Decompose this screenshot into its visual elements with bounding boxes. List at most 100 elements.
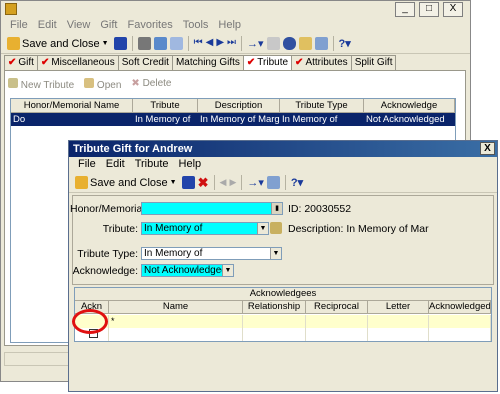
column-header[interactable]: Acknowledged...	[429, 301, 491, 313]
column-header[interactable]: Honor/Memorial Name	[11, 99, 133, 112]
save-and-close-button[interactable]: Save and Close ▼	[5, 35, 111, 52]
table-cell: In Memory of Marg...	[200, 114, 280, 125]
chevron-down-icon[interactable]: ▼	[222, 265, 233, 276]
column-header[interactable]: Tribute	[133, 99, 198, 112]
new-tribute-button[interactable]: New Tribute	[8, 78, 74, 91]
column-header[interactable]: Letter	[368, 301, 429, 313]
honor-memorial-field[interactable]: ▮	[141, 202, 283, 215]
save-and-close-button[interactable]: Save and Close ▼	[73, 174, 179, 191]
list-item[interactable]	[75, 328, 491, 341]
column-header[interactable]: Relationship	[243, 301, 306, 313]
properties-icon[interactable]	[266, 176, 280, 189]
table-cell[interactable]	[306, 315, 368, 328]
menu-gift[interactable]: Gift	[95, 18, 122, 34]
table-cell: Do	[13, 114, 26, 125]
tribute-select[interactable]: In Memory of ▼	[141, 222, 269, 235]
menu-tools[interactable]: Tools	[178, 18, 214, 34]
table-cell[interactable]	[243, 315, 306, 328]
tab-tribute[interactable]: ✔ Tribute	[242, 55, 293, 71]
column-header[interactable]: Tribute Type	[280, 99, 364, 112]
annotation-circle	[72, 309, 108, 334]
tribute-type-select[interactable]: In Memory of ▼	[141, 247, 282, 260]
delete-button[interactable]: ✖ Delete	[131, 78, 171, 91]
table-cell[interactable]	[109, 328, 243, 341]
delete-icon: ✖	[131, 78, 140, 89]
save-close-icon	[75, 176, 88, 189]
tab-matching-gifts[interactable]: Matching Gifts	[171, 55, 244, 70]
tab-miscellaneous[interactable]: ✔ Miscellaneous	[36, 55, 119, 70]
tab-gift[interactable]: ✔ Gift	[4, 55, 38, 70]
chevron-down-icon[interactable]: ▼	[170, 179, 177, 186]
table-cell[interactable]	[368, 328, 429, 341]
menu-file[interactable]: File	[73, 157, 101, 173]
menu-tribute[interactable]: Tribute	[130, 157, 174, 173]
dialog-close-button[interactable]: X	[480, 142, 495, 155]
folder-icon[interactable]	[298, 37, 312, 50]
delete-icon[interactable]: ✖	[198, 175, 209, 191]
acknowledge-label: Acknowledge:	[72, 265, 138, 277]
link-icon[interactable]	[282, 37, 296, 50]
properties-icon[interactable]	[314, 37, 328, 50]
tribute-lookup-icon[interactable]	[270, 222, 282, 234]
goto-icon[interactable]: →▾	[247, 37, 264, 50]
dialog-titlebar[interactable]: Tribute Gift for Andrew X	[69, 141, 497, 157]
tab-split-gift[interactable]: Split Gift	[350, 55, 397, 70]
help-icon[interactable]: ?▾	[339, 37, 351, 50]
first-record-icon[interactable]: ⏮	[194, 37, 203, 50]
tribute-type-label: Tribute Type:	[77, 248, 138, 260]
menu-file[interactable]: File	[5, 18, 33, 34]
previous-record-icon[interactable]: ◀	[206, 37, 214, 50]
column-header[interactable]: Acknowledge	[364, 99, 455, 112]
table-cell[interactable]	[429, 328, 491, 341]
print-preview-icon[interactable]	[153, 37, 167, 50]
next-record-icon[interactable]: ▶	[216, 37, 224, 50]
column-header[interactable]: Name	[109, 301, 243, 313]
previous-record-icon[interactable]: ◀	[220, 177, 227, 188]
gift-window-titlebar[interactable]: _ □ X	[1, 1, 470, 18]
close-button[interactable]: X	[443, 2, 463, 17]
menu-help[interactable]: Help	[213, 18, 246, 34]
column-header[interactable]: Description	[198, 99, 280, 112]
menu-favorites[interactable]: Favorites	[122, 18, 177, 34]
minimize-button[interactable]: _	[395, 2, 415, 17]
menu-help[interactable]: Help	[174, 157, 207, 173]
toolbar-separator	[213, 175, 215, 190]
menu-edit[interactable]: Edit	[101, 157, 130, 173]
open-button[interactable]: Open	[84, 78, 121, 91]
next-record-icon[interactable]: ▶	[229, 177, 236, 188]
new-row[interactable]: *	[75, 315, 491, 328]
table-cell[interactable]	[306, 328, 368, 341]
acknowledge-select[interactable]: Not Acknowledged ▼	[141, 264, 234, 277]
table-row[interactable]: Do In Memory of In Memory of Marg... In …	[11, 113, 455, 126]
last-record-icon[interactable]: ⏭	[227, 37, 236, 50]
save-icon[interactable]	[113, 37, 127, 50]
save-close-label: Save and Close	[90, 176, 168, 189]
delete-label: Delete	[142, 78, 172, 89]
menu-edit[interactable]: Edit	[33, 18, 62, 34]
copy-icon[interactable]	[169, 37, 183, 50]
attach-icon[interactable]	[266, 37, 280, 50]
chevron-down-icon[interactable]: ▼	[257, 223, 268, 234]
chevron-down-icon[interactable]: ▼	[102, 40, 109, 47]
tab-attributes[interactable]: ✔ Attributes	[291, 55, 352, 70]
honor-label: Honor/Memorial:	[70, 203, 148, 215]
table-cell[interactable]	[243, 328, 306, 341]
maximize-button[interactable]: □	[419, 2, 439, 17]
grid-header: Honor/Memorial Name Tribute Description …	[11, 99, 455, 113]
column-header[interactable]: Reciprocal	[306, 301, 368, 313]
check-icon: ✔	[295, 57, 304, 68]
lookup-icon[interactable]: ▮	[271, 203, 282, 214]
print-icon[interactable]	[137, 37, 151, 50]
tab-soft-credit[interactable]: Soft Credit	[117, 55, 173, 70]
goto-icon[interactable]: →▾	[247, 176, 264, 189]
table-cell[interactable]	[368, 315, 429, 328]
save-icon[interactable]	[181, 176, 195, 189]
new-icon	[8, 78, 18, 88]
table-cell[interactable]	[429, 315, 491, 328]
toolbar-separator	[131, 36, 133, 51]
menu-view[interactable]: View	[62, 18, 96, 34]
chevron-down-icon[interactable]: ▼	[270, 248, 281, 259]
dialog-toolbar: Save and Close ▼ ✖ ◀ ▶ →▾ ?▾	[69, 173, 497, 193]
help-icon[interactable]: ?▾	[291, 176, 303, 189]
main-toolbar: Save and Close ▼ ⏮ ◀ ▶ ⏭ →▾ ?▾	[1, 34, 470, 54]
